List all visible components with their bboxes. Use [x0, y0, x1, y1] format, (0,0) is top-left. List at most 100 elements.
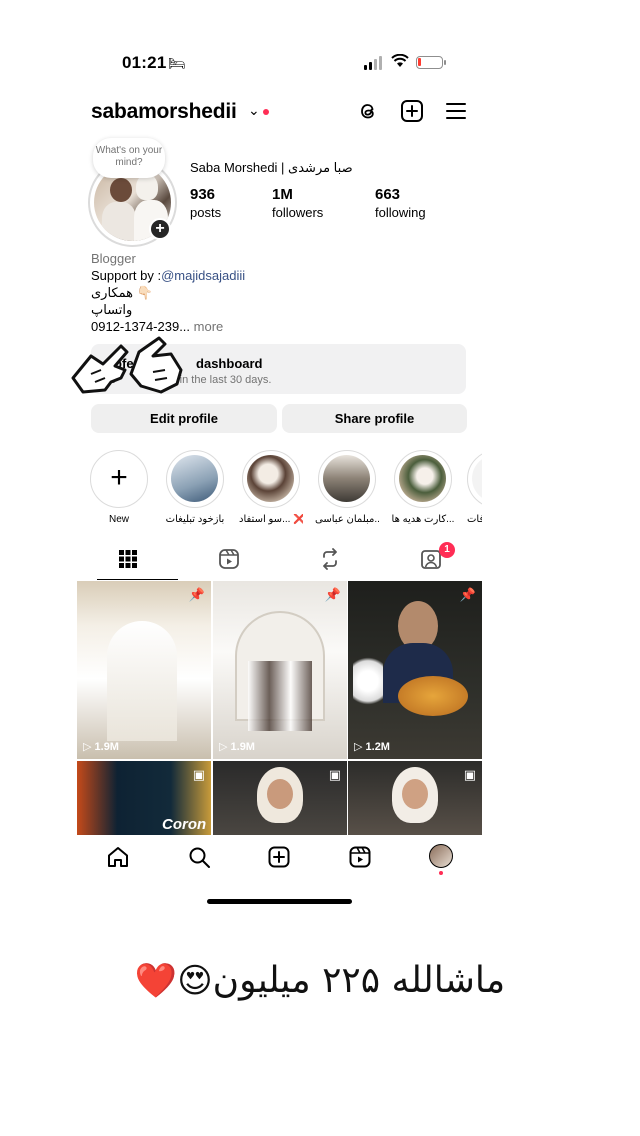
stat-number: 1M	[272, 186, 293, 203]
grid-post[interactable]: 📌 ▷ 1.2M	[348, 581, 482, 759]
view-count: ▷ 1.9M	[219, 740, 255, 753]
play-icon: ▷	[354, 741, 366, 753]
pin-icon: 📌	[188, 587, 205, 602]
reels-icon	[219, 549, 239, 569]
bio-line-3: واتساپ	[91, 302, 133, 317]
followers-stat[interactable]: 1M followers	[272, 186, 323, 220]
highlight-item[interactable]: بازخود تبلیغات	[163, 450, 227, 525]
stat-number: 663	[375, 186, 401, 203]
menu-icon[interactable]	[443, 98, 469, 124]
highlight-label: سو استفاد... ❌	[239, 514, 303, 525]
flowers	[353, 651, 383, 711]
threads-icon[interactable]	[355, 98, 381, 124]
view-count-value: 1.9M	[230, 741, 255, 753]
create-post-icon[interactable]	[267, 845, 291, 869]
following-stat[interactable]: 663 following	[375, 186, 426, 220]
bio-line-support: Support by :@majidsajadiii	[91, 267, 461, 284]
wifi-icon	[391, 54, 409, 67]
staircase-shape	[107, 621, 177, 741]
profile-header: sabamorshedii ⌄	[91, 98, 471, 128]
status-bar: 01:21 🛏	[77, 50, 482, 76]
food-dish	[398, 676, 468, 716]
view-count-value: 1.2M	[365, 741, 390, 753]
search-icon[interactable]	[187, 845, 211, 869]
highlight-new[interactable]: + New	[87, 450, 151, 525]
profile-active-dot	[439, 871, 443, 875]
bio: Blogger Support by :@majidsajadiii همکار…	[91, 250, 461, 335]
chevron-down-icon[interactable]: ⌄	[248, 102, 260, 119]
highlight-cover	[399, 455, 446, 502]
stat-number: 936	[190, 186, 216, 203]
bottom-navigation	[77, 837, 482, 877]
overlay-text: Coron	[162, 816, 207, 833]
play-icon: ▷	[219, 741, 231, 753]
reel-icon: ▣	[463, 767, 476, 782]
posts-grid: 📌 ▷ 1.9M 📌 ▷ 1.9M 📌 ▷ 1.2M Coron ▣ ▣ ▣	[77, 581, 482, 835]
grid-post-reel[interactable]: Coron ▣	[77, 761, 211, 835]
add-story-plus-icon[interactable]: +	[149, 218, 171, 240]
highlight-item[interactable]: مبلمان عباسی...	[315, 450, 379, 525]
pointing-hands-sticker	[71, 336, 183, 394]
highlight-item[interactable]: سو استفاد... ❌	[239, 450, 303, 525]
person-face	[402, 779, 428, 809]
person-face	[267, 779, 293, 809]
content-tabs: 1	[77, 540, 482, 580]
highlight-cover	[171, 455, 218, 502]
home-icon[interactable]	[106, 845, 130, 869]
tab-tagged[interactable]	[380, 540, 481, 580]
pin-icon: 📌	[459, 587, 476, 602]
bio-support-prefix: Support by :	[91, 268, 162, 283]
dashboard-title-part2: dashboard	[196, 356, 263, 371]
unread-dot	[263, 109, 269, 115]
grid-post-reel[interactable]: ▣	[213, 761, 347, 835]
instagram-profile-screen: 01:21 🛏 sabamorshedii ⌄ What's on your m…	[71, 40, 482, 910]
grid-post[interactable]: 📌 ▷ 1.9M	[213, 581, 347, 759]
repost-icon	[323, 548, 337, 570]
share-profile-button[interactable]: Share profile	[282, 404, 467, 433]
note-bubble[interactable]: What's on your mind?	[93, 138, 165, 178]
play-icon: ▷	[83, 741, 95, 753]
category-label: Blogger	[91, 251, 136, 266]
status-time: 01:21	[122, 53, 167, 72]
view-count: ▷ 1.9M	[83, 740, 119, 753]
highlight-label: مبلمان عباسی...	[315, 514, 379, 525]
tab-reels[interactable]	[178, 540, 279, 580]
account-switcher[interactable]: sabamorshedii	[91, 100, 237, 124]
reels-nav-icon[interactable]	[348, 845, 372, 869]
highlight-item[interactable]: کارت هدیه ها...	[391, 450, 455, 525]
heart-eyes-heart-emoji: 😍❤️	[134, 961, 213, 1001]
highlight-label: بازخود تبلیغات	[165, 514, 225, 525]
professional-dashboard[interactable]: rofessdashboard 2s in the last 30 days.	[71, 336, 466, 394]
stat-label: followers	[272, 205, 324, 220]
bio-line-2: همکاری 👇🏻	[91, 285, 153, 300]
view-count-value: 1.9M	[94, 741, 119, 753]
tab-grid[interactable]	[77, 540, 178, 580]
more-link[interactable]: more	[190, 319, 224, 334]
pin-icon: 📌	[324, 587, 341, 602]
tab-reposts[interactable]	[279, 540, 380, 580]
highlight-label: فات	[467, 514, 482, 525]
battery-icon	[416, 56, 446, 69]
grid-post[interactable]: 📌 ▷ 1.9M	[77, 581, 211, 759]
tagged-notification-badge: 1	[439, 542, 455, 558]
story-caption: ماشالله ۲۲۵ میلیون😍❤️	[0, 960, 640, 1001]
highlight-cover	[247, 455, 294, 502]
grid-icon	[119, 550, 137, 568]
posts-stat[interactable]: 936 posts	[190, 186, 221, 220]
edit-profile-button[interactable]: Edit profile	[91, 404, 277, 433]
grid-post-reel[interactable]: ▣	[348, 761, 482, 835]
caption-text: ماشالله ۲۲۵ میلیون	[212, 960, 506, 1001]
new-highlight-circle: +	[90, 450, 148, 508]
bio-mention-link[interactable]: @majidsajadiii	[161, 268, 245, 283]
highlight-item-partial[interactable]: فات	[467, 450, 482, 525]
reel-icon: ▣	[192, 767, 205, 782]
create-plus-icon[interactable]	[399, 98, 425, 124]
family-figures	[248, 661, 312, 731]
sleep-focus-icon: 🛏	[168, 55, 186, 71]
profile-nav-avatar[interactable]	[429, 844, 453, 868]
stat-label: following	[375, 205, 426, 220]
highlight-label: New	[108, 514, 129, 525]
highlight-cover	[472, 455, 482, 502]
home-indicator	[207, 899, 352, 904]
highlight-label: کارت هدیه ها...	[391, 514, 455, 525]
